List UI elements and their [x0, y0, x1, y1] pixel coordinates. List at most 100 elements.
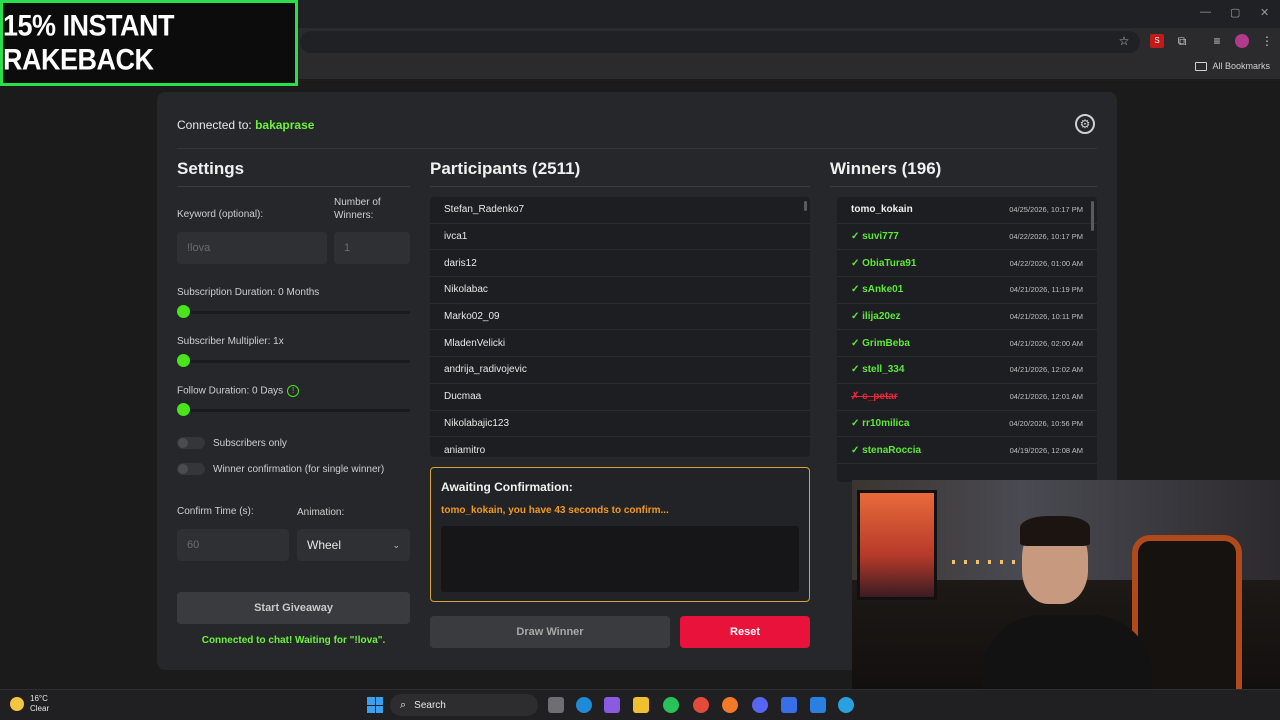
weather-widget[interactable]: 16°C Clear — [10, 694, 49, 714]
winner-timestamp: 04/21/2026, 12:02 AM — [1009, 365, 1083, 375]
participant-row: Ducmaa — [430, 384, 810, 411]
toggle-knob — [178, 438, 188, 448]
participant-name: Stefan_Radenko7 — [444, 204, 525, 216]
copilot-icon[interactable] — [604, 697, 620, 713]
awaiting-chat-box — [441, 526, 799, 592]
subscriber-multiplier-slider[interactable] — [177, 360, 410, 363]
subscription-duration-label: Subscription Duration: 0 Months — [177, 287, 320, 298]
close-icon[interactable]: ✕ — [1260, 6, 1269, 19]
participant-row: aniamitro — [430, 437, 810, 457]
address-bar[interactable] — [300, 31, 1140, 53]
weather-temp: 16°C — [30, 694, 48, 703]
header-divider — [177, 148, 1097, 149]
webcam-overlay — [852, 480, 1280, 720]
participant-row: Nikolabajic123 — [430, 411, 810, 438]
winner-name: ✓ ilija20ez — [851, 311, 901, 323]
chrome-icon[interactable] — [693, 697, 709, 713]
winner-name: ✓ GrimBeba — [851, 337, 910, 349]
winner-rows: tomo_kokain 04/25/2026, 10:17 PM ✓ suvi777… — [837, 197, 1097, 464]
subscription-duration-thumb[interactable] — [177, 305, 190, 318]
number-of-winners-input[interactable]: 1 — [334, 232, 410, 264]
chat-status: Connected to chat! Waiting for "!lova". — [201, 635, 386, 646]
participant-name: ivca1 — [444, 231, 468, 243]
winners-list[interactable]: tomo_kokain 04/25/2026, 10:17 PM ✓ suvi777… — [837, 197, 1097, 482]
telegram-icon[interactable] — [838, 697, 854, 713]
keyword-input[interactable]: !lova — [177, 232, 327, 264]
app-icon[interactable] — [810, 697, 826, 713]
animation-select[interactable]: Wheel ⌄ — [297, 529, 410, 561]
winner-name: tomo_kokain — [851, 204, 913, 216]
draw-winner-button[interactable]: Draw Winner — [430, 616, 670, 648]
file-explorer-icon[interactable] — [633, 697, 649, 713]
follow-duration-slider[interactable] — [177, 409, 410, 412]
search-icon: ⌕ — [400, 698, 407, 711]
winner-timestamp: 04/21/2026, 11:19 PM — [1009, 285, 1083, 295]
winner-name: ✓ ObiaTura91 — [851, 257, 917, 269]
participant-name: Ducmaa — [444, 391, 482, 403]
edge-icon[interactable] — [576, 697, 592, 713]
confirm-time-input[interactable]: 60 — [177, 529, 289, 561]
animation-label: Animation: — [297, 507, 345, 518]
taskbar-search[interactable]: ⌕ Search — [390, 694, 538, 716]
media-controls-icon[interactable]: ≡ — [1210, 34, 1224, 48]
winner-row: ✓ suvi777 04/22/2026, 10:17 PM — [837, 224, 1097, 251]
banner-text-suffix: BACK — [77, 43, 155, 76]
windows-start-icon[interactable] — [367, 697, 383, 713]
banner-text-highlight: RAKE — [3, 43, 78, 76]
animation-value: Wheel — [307, 538, 342, 552]
discord-icon[interactable] — [752, 697, 768, 713]
winner-name: ✓ suvi777 — [851, 231, 899, 243]
winner-name: ✓ sAnke01 — [851, 284, 904, 296]
winners-scrollbar[interactable] — [1091, 201, 1094, 231]
follow-duration-thumb[interactable] — [177, 403, 190, 416]
extensions-puzzle-icon[interactable]: ⧉ — [1175, 34, 1189, 48]
chevron-down-icon: ⌄ — [392, 539, 400, 550]
folder-icon — [1195, 61, 1208, 71]
whatsapp-icon[interactable] — [663, 697, 679, 713]
number-of-winners-label: Number of Winners: — [334, 197, 381, 221]
firefox-icon[interactable] — [722, 697, 738, 713]
winner-row: ✓ ObiaTura91 04/22/2026, 01:00 AM — [837, 250, 1097, 278]
participant-name: Marko02_09 — [444, 311, 500, 323]
all-bookmarks-link[interactable]: All Bookmarks — [1195, 61, 1270, 71]
info-icon[interactable]: ! — [287, 385, 300, 397]
winner-row: ✓ stenaRoccia 04/19/2026, 12:08 AM — [837, 437, 1097, 464]
reset-button[interactable]: Reset — [680, 616, 810, 648]
winner-row: ✓ ilija20ez 04/21/2026, 10:11 PM — [837, 304, 1097, 331]
weather-text: 16°C Clear — [30, 694, 49, 714]
winner-row: ✓ GrimBeba 04/21/2026, 02:00 AM — [837, 330, 1097, 358]
task-view-icon[interactable] — [548, 697, 564, 713]
app-icon[interactable] — [781, 697, 797, 713]
winner-timestamp: 04/22/2026, 10:17 PM — [1009, 232, 1083, 242]
winner-name: ✓ stenaRoccia — [851, 444, 922, 456]
winners-title: Winners (196) — [830, 159, 942, 178]
channel-name: bakaprase — [255, 118, 315, 132]
winner-confirmation-toggle[interactable] — [177, 463, 205, 475]
minimize-icon[interactable]: — — [1200, 6, 1211, 18]
awaiting-title: Awaiting Confirmation: — [441, 480, 573, 494]
subscriber-multiplier-thumb[interactable] — [177, 354, 190, 367]
bookmark-star-icon[interactable]: ☆ — [1117, 34, 1131, 48]
maximize-icon[interactable]: ▢ — [1230, 6, 1240, 19]
subscription-duration-slider[interactable] — [177, 311, 410, 314]
participant-row: Nikolabac — [430, 277, 810, 304]
connected-label: Connected to: — [177, 118, 256, 132]
subscribers-only-toggle[interactable] — [177, 437, 205, 449]
participant-name: aniamitro — [444, 444, 486, 456]
winner-row: ✗ c_petar 04/21/2026, 12:01 AM — [837, 384, 1097, 411]
start-giveaway-button[interactable]: Start Giveaway — [177, 592, 410, 624]
profile-avatar-icon[interactable] — [1235, 34, 1249, 48]
participants-scrollbar[interactable] — [804, 201, 807, 211]
extension-icon[interactable]: S — [1150, 34, 1164, 48]
participant-row: Stefan_Radenko7 — [430, 197, 810, 224]
winner-row: ✓ sAnke01 04/21/2026, 11:19 PM — [837, 277, 1097, 304]
winner-name: ✓ stell_334 — [851, 364, 905, 376]
winner-timestamp: 04/21/2026, 10:11 PM — [1009, 312, 1083, 322]
awaiting-confirmation-panel: Awaiting Confirmation: tomo_kokain, you … — [430, 467, 810, 602]
gear-icon[interactable]: ⚙ — [1075, 114, 1095, 134]
participants-list[interactable]: Stefan_Radenko7 ivca1 daris12 Nikolabac Mark… — [430, 197, 810, 457]
browser-menu-icon[interactable]: ⋮ — [1260, 34, 1274, 48]
participant-name: MladenVelicki — [444, 337, 506, 349]
follow-duration-row: Follow Duration: 0 Days! — [177, 385, 300, 397]
participant-row: andrija_radivojevic — [430, 357, 810, 384]
